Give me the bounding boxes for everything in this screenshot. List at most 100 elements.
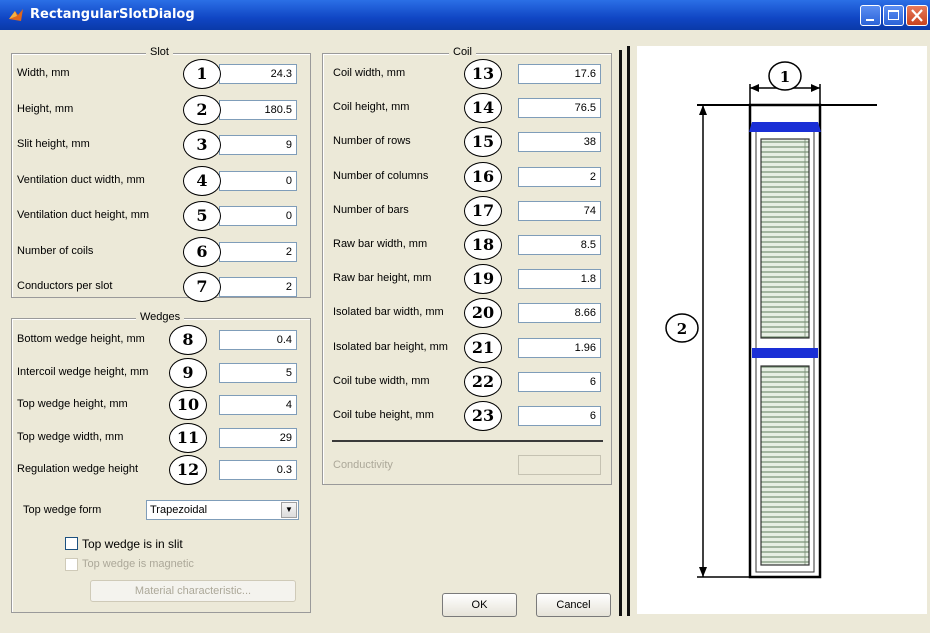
- close-button[interactable]: [906, 5, 928, 26]
- wedge-field-10[interactable]: 4: [219, 395, 297, 415]
- coil-divider: [332, 440, 603, 442]
- top-wedge-magnetic-label: Top wedge is magnetic: [82, 558, 194, 570]
- coil-field-20[interactable]: 8.66: [518, 303, 601, 324]
- slot-field-4[interactable]: 0: [219, 170, 297, 191]
- wedge-number-badge-8: 8: [169, 325, 207, 355]
- wedges-legend: Wedges: [136, 311, 185, 323]
- coil-number-badge-18: 18: [464, 230, 502, 260]
- slot-number-badge-4: 4: [183, 165, 221, 196]
- slot-number-badge-1: 1: [183, 59, 221, 89]
- coil-field-14[interactable]: 76.5: [518, 98, 601, 119]
- coil-field-19[interactable]: 1.8: [518, 269, 601, 290]
- cancel-button[interactable]: Cancel: [536, 593, 611, 617]
- slot-field-6[interactable]: 2: [219, 241, 297, 262]
- title-bar: RectangularSlotDialog: [0, 0, 930, 30]
- height-dimension-arrow: [697, 105, 750, 578]
- slot-field-7[interactable]: 2: [219, 277, 297, 297]
- upper-coil-shape: [760, 138, 810, 339]
- slot-number-badge-2: 2: [183, 94, 221, 125]
- slot-label-6: Number of coils: [17, 244, 94, 257]
- coil-legend: Coil: [449, 46, 476, 58]
- slot-number-badge-3: 3: [183, 130, 221, 160]
- material-characteristic-button[interactable]: Material characteristic...: [90, 580, 296, 602]
- wedge-field-9[interactable]: 5: [219, 362, 297, 383]
- coil-field-22[interactable]: 6: [518, 371, 601, 392]
- vertical-separator-left: [619, 50, 622, 616]
- coil-number-badge-14: 14: [464, 93, 502, 124]
- slot-number-badge-7: 7: [183, 272, 221, 302]
- slot-drawing-panel: 1 2: [637, 46, 927, 614]
- top-wedge-shape: [749, 122, 821, 132]
- minimize-icon: [866, 19, 874, 21]
- matlab-logo-icon: [9, 9, 23, 21]
- slot-number-badge-6: 6: [183, 236, 221, 267]
- wedge-number-badge-9: 9: [169, 357, 207, 388]
- coil-label-14: Coil height, mm: [333, 101, 410, 114]
- width-marker-number: 1: [780, 68, 790, 86]
- slot-field-1[interactable]: 24.3: [219, 64, 297, 84]
- coil-field-23[interactable]: 6: [518, 406, 601, 426]
- top-wedge-magnetic-checkbox[interactable]: [65, 558, 78, 571]
- coil-label-20: Isolated bar width, mm: [333, 306, 444, 319]
- coil-number-badge-23: 23: [464, 401, 502, 431]
- wedge-label-10: Top wedge height, mm: [17, 398, 128, 410]
- coil-field-21[interactable]: 1.96: [518, 337, 601, 358]
- coil-number-badge-16: 16: [464, 161, 502, 192]
- top-wedge-form-value: Trapezoidal: [150, 504, 208, 516]
- wedge-field-12[interactable]: 0.3: [219, 460, 297, 480]
- slot-label-5: Ventilation duct height, mm: [17, 209, 150, 221]
- vertical-separator-right: [627, 46, 630, 616]
- minimize-button[interactable]: [860, 5, 881, 26]
- slot-label-7: Conductors per slot: [17, 280, 113, 292]
- coil-field-13[interactable]: 17.6: [518, 64, 601, 84]
- wedge-number-badge-12: 12: [169, 455, 207, 485]
- coil-label-21: Isolated bar height, mm: [333, 340, 448, 353]
- close-icon: [911, 9, 923, 22]
- wedge-label-12: Regulation wedge height: [17, 463, 139, 475]
- slot-label-2: Height, mm: [17, 102, 74, 115]
- top-wedge-form-select[interactable]: Trapezoidal ▼: [146, 500, 299, 520]
- wedge-field-8[interactable]: 0.4: [219, 330, 297, 350]
- slot-number-badge-5: 5: [183, 201, 221, 231]
- wedge-number-badge-10: 10: [169, 390, 207, 420]
- coil-field-15[interactable]: 38: [518, 132, 601, 153]
- maximize-icon: [888, 10, 899, 20]
- wedge-number-badge-11: 11: [169, 422, 207, 453]
- conductivity-label: Conductivity: [333, 459, 393, 471]
- coil-field-16[interactable]: 2: [518, 166, 601, 187]
- coil-label-16: Number of columns: [333, 169, 429, 182]
- wedge-label-11: Top wedge width, mm: [17, 430, 124, 443]
- coil-field-17[interactable]: 74: [518, 200, 601, 221]
- wedge-field-11[interactable]: 29: [219, 427, 297, 448]
- lower-coil-shape: [760, 365, 810, 566]
- slot-field-5[interactable]: 0: [219, 206, 297, 226]
- conductivity-field[interactable]: [518, 455, 601, 475]
- ok-button[interactable]: OK: [442, 593, 517, 617]
- width-marker-badge: 1: [768, 61, 802, 91]
- wedge-label-9: Intercoil wedge height, mm: [17, 365, 149, 378]
- wedge-label-8: Bottom wedge height, mm: [17, 333, 145, 345]
- height-marker-badge: 2: [665, 313, 699, 343]
- coil-label-23: Coil tube height, mm: [333, 409, 434, 421]
- slot-field-3[interactable]: 9: [219, 135, 297, 155]
- slot-label-3: Slit height, mm: [17, 138, 90, 150]
- height-marker-number: 2: [677, 320, 687, 338]
- slot-label-1: Width, mm: [17, 67, 70, 79]
- slot-label-4: Ventilation duct width, mm: [17, 173, 145, 186]
- top-wedge-in-slit-checkbox[interactable]: [65, 537, 78, 550]
- maximize-button[interactable]: [883, 5, 904, 26]
- chevron-down-icon[interactable]: ▼: [281, 502, 297, 518]
- coil-number-badge-21: 21: [464, 332, 502, 363]
- window-title: RectangularSlotDialog: [30, 7, 195, 22]
- coil-label-22: Coil tube width, mm: [333, 374, 430, 387]
- coil-number-badge-13: 13: [464, 59, 502, 89]
- coil-label-13: Coil width, mm: [333, 67, 406, 79]
- coil-field-18[interactable]: 8.5: [518, 235, 601, 255]
- coil-number-badge-22: 22: [464, 366, 502, 397]
- slot-diagram: 1 2: [665, 61, 877, 579]
- coil-label-19: Raw bar height, mm: [333, 272, 432, 285]
- slot-legend: Slot: [146, 46, 173, 58]
- slot-field-2[interactable]: 180.5: [219, 99, 297, 120]
- top-wedge-in-slit-label[interactable]: Top wedge is in slit: [82, 537, 183, 551]
- coil-number-badge-17: 17: [464, 195, 502, 226]
